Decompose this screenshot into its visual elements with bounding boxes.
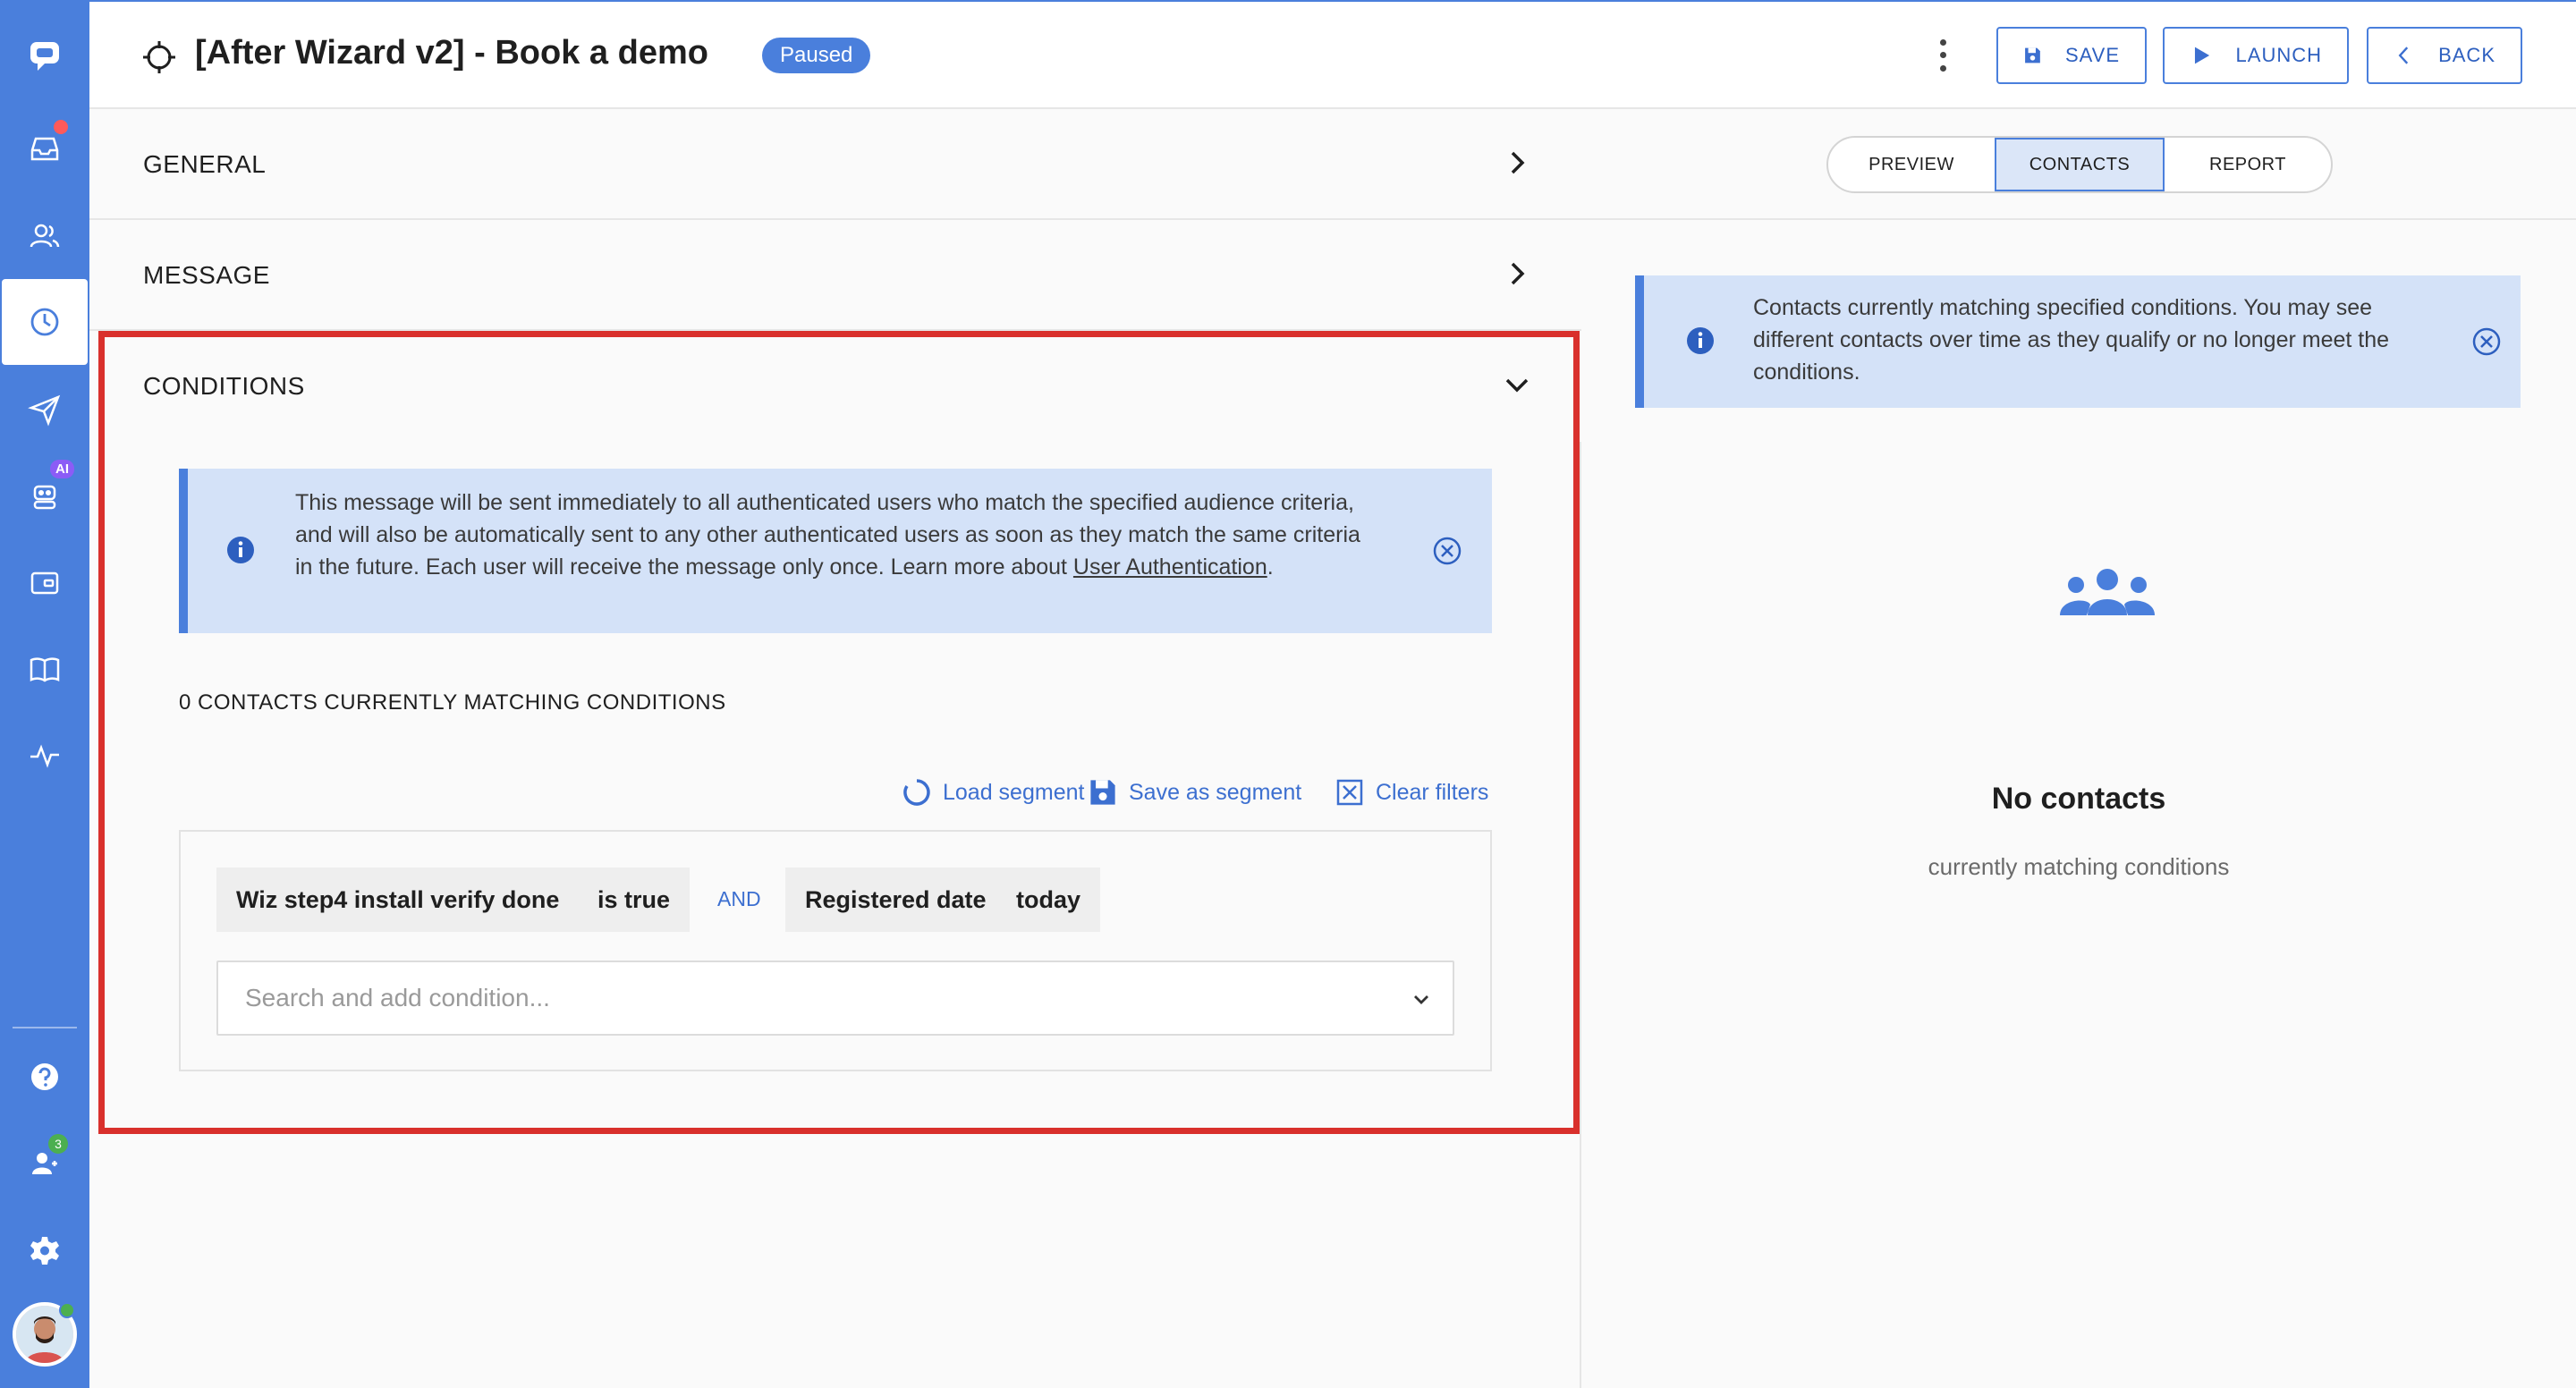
chat-logo-icon[interactable] [0, 13, 89, 98]
group-people-icon [2060, 569, 2155, 615]
section-message-label: MESSAGE [143, 261, 270, 289]
tab-preview[interactable]: PREVIEW [1828, 138, 1995, 191]
info-icon [1687, 327, 1714, 354]
editor-left-panel: GENERAL MESSAGE CONDITIONS This message … [89, 109, 1581, 1388]
empty-state-title: No contacts [1991, 782, 2166, 816]
section-message[interactable]: MESSAGE [89, 220, 1581, 331]
tab-contacts[interactable]: CONTACTS [1995, 138, 2165, 191]
campaigns-send-icon[interactable] [0, 367, 89, 453]
more-options-icon[interactable] [1932, 36, 1953, 75]
right-panel-header: PREVIEW CONTACTS REPORT [1581, 109, 2576, 220]
back-button-label: BACK [2438, 44, 2496, 66]
team-icon[interactable]: 3 [0, 1120, 89, 1206]
back-button[interactable]: BACK [2367, 27, 2522, 84]
team-count-badge: 3 [48, 1134, 68, 1154]
notification-dot [54, 120, 68, 134]
chevron-right-icon [1511, 151, 1525, 174]
ai-bot-icon[interactable]: AI [0, 453, 89, 538]
launch-button[interactable]: LAUNCH [2163, 27, 2349, 84]
sidebar-divider [13, 1027, 77, 1028]
status-badge: Paused [762, 38, 871, 73]
empty-state-subtitle: currently matching conditions [1928, 853, 2230, 880]
ai-badge: AI [50, 460, 74, 478]
target-crosshair-icon [143, 41, 175, 73]
help-icon[interactable] [0, 1034, 89, 1120]
contacts-info-text: Contacts currently matching specified co… [1753, 295, 2390, 385]
sidebar: AI 3 [0, 0, 89, 1388]
section-general[interactable]: GENERAL [89, 109, 1581, 220]
chevron-right-icon [1511, 262, 1525, 285]
analytics-pulse-icon[interactable] [0, 712, 89, 798]
automation-clock-icon[interactable] [2, 279, 88, 365]
close-circle-icon[interactable] [2470, 326, 2503, 358]
launch-button-label: LAUNCH [2235, 44, 2322, 66]
save-button[interactable]: SAVE [1996, 27, 2147, 84]
page-title: [After Wizard v2] - Book a demo [195, 34, 708, 72]
view-tabs: PREVIEW CONTACTS REPORT [1826, 136, 2333, 193]
chevron-left-icon [2398, 47, 2409, 64]
section-general-label: GENERAL [143, 150, 267, 178]
editor-right-panel: PREVIEW CONTACTS REPORT Contacts current… [1581, 109, 2576, 1388]
contacts-icon[interactable] [0, 193, 89, 279]
play-icon [2194, 47, 2210, 64]
save-button-label: SAVE [2064, 44, 2120, 66]
tab-report[interactable]: REPORT [2165, 138, 2331, 191]
conditions-highlight-frame [98, 331, 1580, 1134]
editor-header: [After Wizard v2] - Book a demo Paused S… [89, 0, 2576, 109]
inbox-icon[interactable] [0, 106, 89, 191]
contacts-info-banner: Contacts currently matching specified co… [1635, 275, 2521, 408]
knowledge-book-icon[interactable] [0, 626, 89, 712]
floppy-disk-icon [2025, 47, 2040, 63]
widget-card-icon[interactable] [0, 540, 89, 626]
online-status-dot [59, 1302, 75, 1318]
settings-gear-icon[interactable] [0, 1207, 89, 1293]
